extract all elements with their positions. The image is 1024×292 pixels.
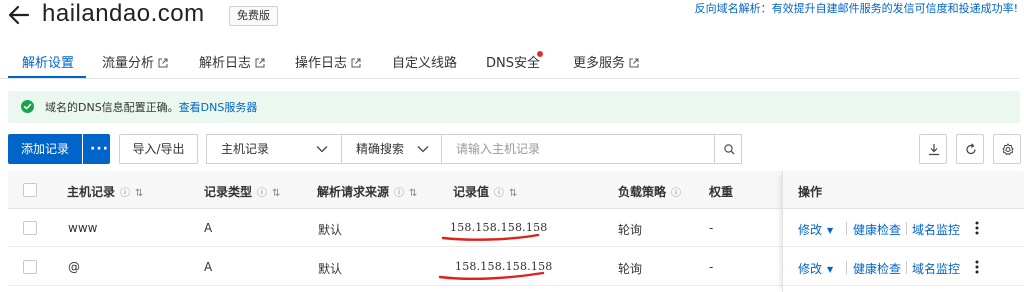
external-link-icon xyxy=(351,58,361,68)
add-record-button[interactable]: 添加记录 xyxy=(8,134,82,164)
notice-message: 域名的DNS信息配置正确。 xyxy=(45,101,179,114)
help-icon[interactable]: ⓘ xyxy=(494,188,504,199)
help-icon[interactable]: ⓘ xyxy=(257,188,267,199)
column-line[interactable]: 解析请求来源 ⓘ ⇅ xyxy=(317,183,417,200)
divider xyxy=(906,222,907,235)
domain-monitor-link[interactable]: 域名监控 xyxy=(912,260,960,277)
tab-operation-log[interactable]: 操作日志 xyxy=(295,52,361,71)
check-circle-icon xyxy=(21,100,34,113)
cell-value: 158.158.158.158 xyxy=(450,221,548,234)
tab-dns-settings[interactable]: 解析设置 xyxy=(22,52,74,71)
health-check-link[interactable]: 健康检查 xyxy=(853,221,901,238)
cell-value: 158.158.158.158 xyxy=(455,260,553,273)
divider xyxy=(846,222,847,235)
column-strategy: 负载策略 ⓘ xyxy=(618,185,682,199)
help-icon[interactable]: ⓘ xyxy=(671,188,681,199)
sort-icon[interactable]: ⇅ xyxy=(509,188,517,199)
select-all-checkbox[interactable] xyxy=(23,183,37,197)
kebab-icon[interactable] xyxy=(975,260,979,274)
kebab-icon[interactable] xyxy=(975,221,979,235)
column-type[interactable]: 记录类型 ⓘ ⇅ xyxy=(204,183,280,200)
records-toolbar: 添加记录 ··· 导入/导出 主机记录 精确搜索 请输入主机记录 xyxy=(0,134,1024,166)
cell-strategy: 轮询 xyxy=(618,223,643,237)
new-badge-dot xyxy=(537,51,543,57)
column-ops: 操作 xyxy=(798,185,823,199)
tab-bar: 解析设置 流量分析 解析日志 操作日志 自定义线路 DNS安全 更多服务 xyxy=(0,44,1020,79)
help-icon[interactable]: ⓘ xyxy=(394,188,404,199)
column-weight: 权重 xyxy=(709,185,734,199)
sort-icon[interactable]: ⇅ xyxy=(272,188,280,199)
edition-badge: 免费版 xyxy=(229,6,278,26)
refresh-button[interactable] xyxy=(956,134,984,164)
caret-down-icon: ▼ xyxy=(827,226,834,235)
more-actions-button[interactable]: ··· xyxy=(83,134,110,164)
modify-dropdown[interactable]: 修改 ▼ xyxy=(798,221,833,238)
search-input[interactable]: 请输入主机记录 xyxy=(441,134,715,164)
dns-records-table: 主机记录 ⓘ ⇅ 记录类型 ⓘ ⇅ 解析请求来源 ⓘ ⇅ 记录值 ⓘ ⇅ 负载策略 ⓘ 权重 ww… xyxy=(8,171,1024,292)
divider xyxy=(846,261,847,274)
import-export-button[interactable]: 导入/导出 xyxy=(119,134,198,164)
download-button[interactable] xyxy=(919,134,947,164)
chevron-down-icon xyxy=(316,146,328,153)
reverse-dns-promo-link[interactable]: 反向域名解析：有效提升自建邮件服务的发信可信度和投递成功率! xyxy=(695,0,1018,16)
tab-more-services[interactable]: 更多服务 xyxy=(573,52,639,71)
settings-button[interactable] xyxy=(993,134,1021,164)
help-icon[interactable]: ⓘ xyxy=(120,188,130,199)
back-arrow-icon[interactable] xyxy=(6,2,32,28)
sort-icon[interactable]: ⇅ xyxy=(135,188,143,199)
cell-type: A xyxy=(204,221,213,235)
column-value[interactable]: 记录值 ⓘ ⇅ xyxy=(453,183,517,200)
page-header: hailandao.com 免费版 反向域名解析：有效提升自建邮件服务的发信可信… xyxy=(0,0,1024,40)
cell-weight: - xyxy=(709,260,714,274)
cell-strategy: 轮询 xyxy=(618,262,643,276)
operations-column: 操作 修改 ▼ 健康检查 域名监控 修改 ▼ 健康检查 域名监控 xyxy=(782,171,1024,292)
tab-dns-security[interactable]: DNS安全 xyxy=(486,52,540,71)
search-field-select[interactable]: 主机记录 xyxy=(206,134,342,164)
settings-icon xyxy=(1002,143,1014,156)
domain-title: hailandao.com xyxy=(42,0,205,27)
health-check-link[interactable]: 健康检查 xyxy=(853,260,901,277)
row-checkbox[interactable] xyxy=(23,221,37,235)
cell-weight: - xyxy=(709,221,714,235)
view-dns-servers-link[interactable]: 查看DNS服务器 xyxy=(179,101,258,114)
dns-status-notice: 域名的DNS信息配置正确。查看DNS服务器 xyxy=(8,91,1020,123)
download-icon xyxy=(929,144,939,156)
search-button[interactable] xyxy=(714,134,742,164)
chevron-down-icon xyxy=(417,146,429,153)
tab-traffic-analysis[interactable]: 流量分析 xyxy=(102,52,168,71)
cell-line: 默认 xyxy=(318,262,343,276)
sort-icon[interactable]: ⇅ xyxy=(409,188,417,199)
modify-dropdown[interactable]: 修改 ▼ xyxy=(798,260,833,277)
refresh-icon xyxy=(966,143,976,155)
search-mode-select[interactable]: 精确搜索 xyxy=(341,134,442,164)
cell-host: www xyxy=(68,221,98,235)
cell-host: @ xyxy=(68,260,80,274)
external-link-icon xyxy=(629,58,639,68)
cell-type: A xyxy=(204,260,213,274)
external-link-icon xyxy=(158,58,168,68)
external-link-icon xyxy=(255,58,265,68)
active-tab-indicator xyxy=(8,76,86,78)
column-host[interactable]: 主机记录 ⓘ ⇅ xyxy=(67,183,143,200)
search-icon xyxy=(724,144,735,155)
row-checkbox[interactable] xyxy=(23,260,37,274)
domain-monitor-link[interactable]: 域名监控 xyxy=(912,221,960,238)
caret-down-icon: ▼ xyxy=(827,265,834,274)
cell-line: 默认 xyxy=(318,223,343,237)
more-dots-icon: ··· xyxy=(90,141,109,157)
tab-resolve-log[interactable]: 解析日志 xyxy=(199,52,265,71)
divider xyxy=(906,261,907,274)
tab-custom-lines[interactable]: 自定义线路 xyxy=(392,52,457,71)
